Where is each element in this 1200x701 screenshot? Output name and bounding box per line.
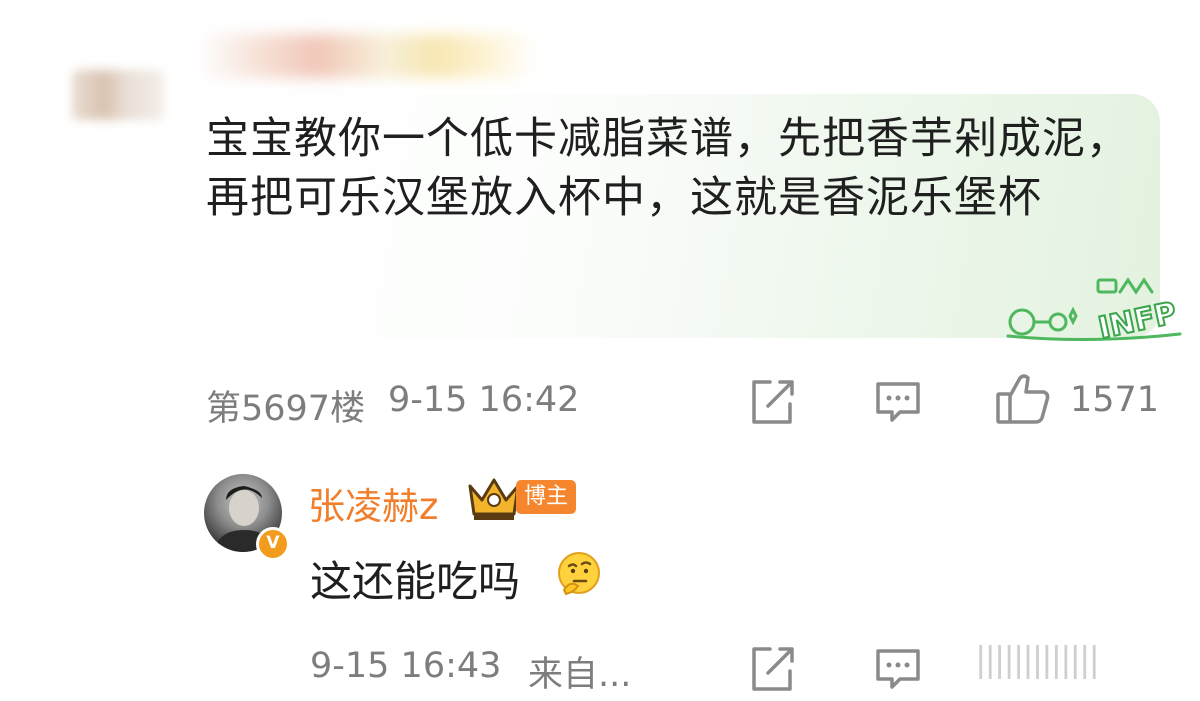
infp-text: INFP [1095, 296, 1179, 346]
comment-icon[interactable] [872, 643, 924, 695]
comment-timestamp: 9-15 16:42 [388, 380, 580, 420]
comment-text: 宝宝教你一个低卡减脂菜谱，先把香芋剁成泥，再把可乐汉堡放入杯中，这就是香泥乐堡杯 [206, 114, 1130, 223]
share-icon[interactable] [746, 376, 798, 428]
reply-source[interactable]: 来自... [528, 646, 631, 697]
share-icon[interactable] [746, 643, 798, 695]
infp-bubble-decoration: INFP [1006, 277, 1182, 346]
watermark-lines: ||||||||||||| [975, 640, 1100, 680]
commenter-avatar-blurred [72, 70, 164, 120]
verified-badge: V [256, 527, 290, 561]
reply-timestamp: 9-15 16:43 [310, 646, 502, 686]
blogger-badge: 博主 [516, 480, 577, 514]
thinking-face-emoji [558, 552, 600, 596]
crown-icon [468, 478, 520, 520]
reply-text: 这还能吃吗 [310, 557, 521, 606]
comment-icon[interactable] [872, 376, 924, 428]
commenter-name-blurred [198, 34, 538, 78]
floor-number: 第5697楼 [206, 389, 366, 429]
reply-author-name[interactable]: 张凌赫z [308, 476, 438, 530]
thumbs-up-icon[interactable] [994, 370, 1052, 428]
like-count: 1571 [1070, 380, 1160, 420]
